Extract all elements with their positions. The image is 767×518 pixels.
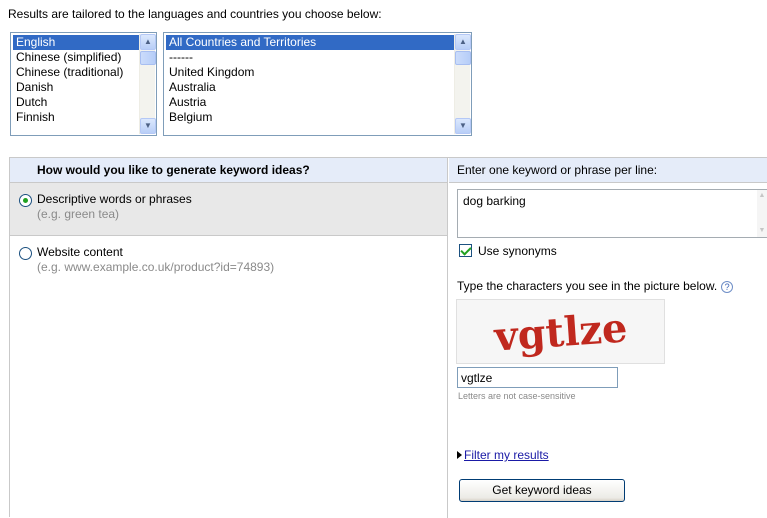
method-header: How would you like to generate keyword i…	[10, 158, 447, 183]
textarea-scrollbar[interactable]: ▲ ▼	[757, 190, 767, 237]
use-synonyms-row[interactable]: Use synonyms	[459, 244, 557, 258]
scroll-up-arrow-icon[interactable]: ▲	[140, 34, 156, 50]
list-item[interactable]: ------	[166, 50, 454, 65]
captcha-picture: vgtlze	[492, 304, 629, 360]
option-website-content[interactable]: Website content (e.g. www.example.co.uk/…	[10, 236, 447, 296]
captcha-note: Letters are not case-sensitive	[458, 391, 576, 401]
list-item[interactable]: English	[13, 35, 139, 50]
scroll-up-arrow-icon[interactable]: ▲	[757, 190, 767, 202]
radio-descriptive-words[interactable]	[19, 194, 32, 207]
intro-text: Results are tailored to the languages an…	[8, 7, 382, 21]
scroll-down-arrow-icon[interactable]: ▼	[140, 118, 156, 134]
scroll-down-arrow-icon[interactable]: ▼	[757, 225, 767, 237]
captcha-image: vgtlze	[456, 299, 665, 364]
list-item[interactable]: Chinese (traditional)	[13, 65, 139, 80]
language-options: English Chinese (simplified) Chinese (trad…	[13, 35, 139, 125]
keyword-value: dog barking	[463, 194, 526, 208]
language-scrollbar[interactable]: ▲ ▼	[139, 34, 156, 134]
use-synonyms-checkbox[interactable]	[459, 244, 472, 257]
filter-results-toggle[interactable]: Filter my results	[457, 448, 549, 462]
captcha-input[interactable]	[457, 367, 618, 388]
captcha-letters: vgtlze	[492, 304, 629, 360]
keyword-header: Enter one keyword or phrase per line:	[449, 158, 767, 183]
captcha-prompt: Type the characters you see in the pictu…	[457, 279, 734, 293]
use-synonyms-label: Use synonyms	[478, 244, 557, 258]
language-listbox[interactable]: English Chinese (simplified) Chinese (trad…	[10, 32, 157, 136]
list-item[interactable]: United Kingdom	[166, 65, 454, 80]
scroll-thumb[interactable]	[140, 51, 156, 65]
filter-results-link[interactable]: Filter my results	[464, 448, 549, 462]
list-item[interactable]: Dutch	[13, 95, 139, 110]
option-example: (e.g. green tea)	[37, 207, 120, 221]
option-example: (e.g. www.example.co.uk/product?id=74893…	[37, 260, 275, 274]
radio-website-content[interactable]	[19, 247, 32, 260]
country-listbox[interactable]: All Countries and Territories ------ Unite…	[163, 32, 472, 136]
option-descriptive-words[interactable]: Descriptive words or phrases (e.g. green…	[10, 183, 447, 236]
keyword-textarea[interactable]: dog barking ▲ ▼	[457, 189, 767, 238]
captcha-prompt-text: Type the characters you see in the pictu…	[457, 279, 718, 293]
keyword-tool-panel: How would you like to generate keyword i…	[9, 157, 767, 518]
keyword-column: Enter one keyword or phrase per line: do…	[449, 158, 767, 518]
expand-arrow-icon[interactable]	[457, 451, 462, 459]
scroll-up-arrow-icon[interactable]: ▲	[455, 34, 471, 50]
get-keyword-ideas-button[interactable]: Get keyword ideas	[459, 479, 625, 502]
list-item[interactable]: All Countries and Territories	[166, 35, 454, 50]
list-item[interactable]: Finnish	[13, 110, 139, 125]
list-item[interactable]: Belgium	[166, 110, 454, 125]
option-label: Website content	[37, 245, 123, 259]
list-item[interactable]: Danish	[13, 80, 139, 95]
country-options: All Countries and Territories ------ Unite…	[166, 35, 454, 125]
option-label: Descriptive words or phrases	[37, 192, 192, 206]
help-icon[interactable]: ?	[721, 281, 734, 293]
country-scrollbar[interactable]: ▲ ▼	[454, 34, 471, 134]
method-column: How would you like to generate keyword i…	[10, 158, 448, 518]
list-item[interactable]: Australia	[166, 80, 454, 95]
scroll-thumb[interactable]	[455, 51, 471, 65]
scroll-down-arrow-icon[interactable]: ▼	[455, 118, 471, 134]
list-item[interactable]: Austria	[166, 95, 454, 110]
list-item[interactable]: Chinese (simplified)	[13, 50, 139, 65]
